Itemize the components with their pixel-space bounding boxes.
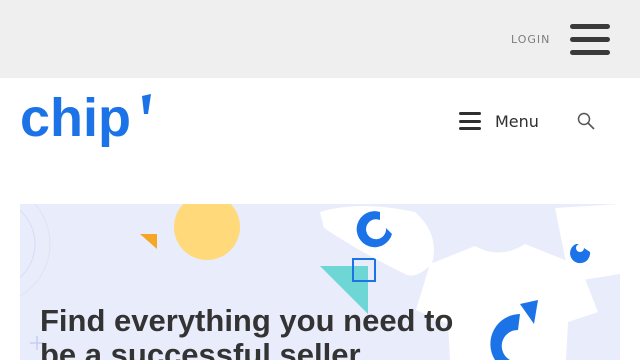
hero-banner: Find everything you need to be a success…	[20, 204, 620, 360]
top-utility-bar: LOGIN	[0, 0, 640, 78]
chip-logo[interactable]: chip	[20, 92, 152, 152]
search-icon[interactable]	[577, 112, 595, 130]
login-link[interactable]: LOGIN	[511, 33, 550, 46]
site-header: chip Menu	[0, 78, 640, 178]
hamburger-icon[interactable]	[570, 24, 610, 56]
hero-title: Find everything you need to be a success…	[40, 303, 454, 360]
menu-hamburger-icon	[459, 112, 481, 130]
menu-label: Menu	[495, 111, 539, 131]
orange-triangle-shape	[140, 234, 157, 249]
logo-text: chip	[20, 92, 131, 148]
menu-button[interactable]: Menu	[459, 111, 539, 131]
yellow-circle-shape	[174, 204, 240, 260]
